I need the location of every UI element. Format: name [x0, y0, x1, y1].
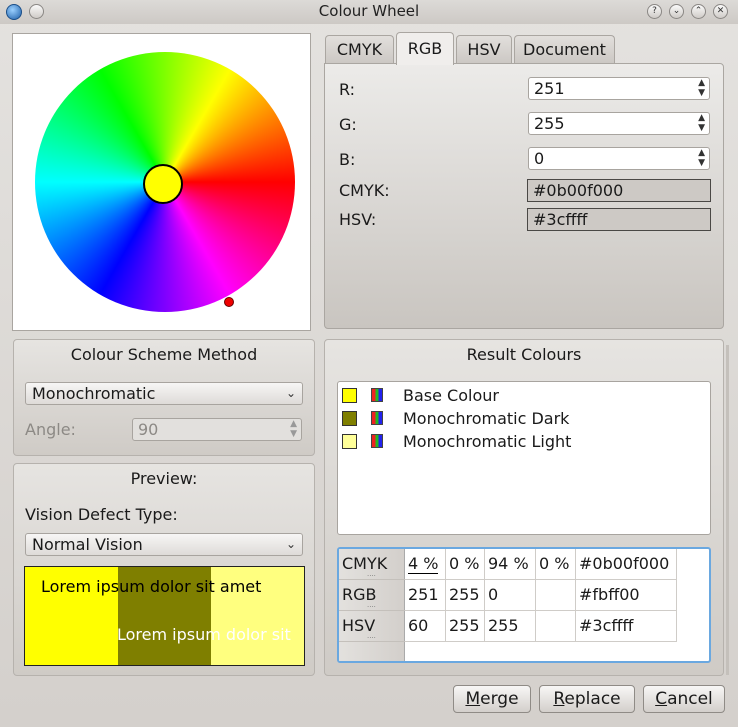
- spin-arrows-icon: ▲ ▼: [290, 419, 297, 439]
- table-cell[interactable]: 0 %: [446, 549, 485, 580]
- window-title: Colour Wheel: [318, 2, 420, 20]
- scheme-method-select[interactable]: Monochromatic ⌄: [25, 382, 303, 405]
- table-cell[interactable]: 255: [446, 580, 485, 611]
- table-cell[interactable]: 4 %: [405, 549, 446, 580]
- replace-button[interactable]: Replace: [539, 685, 635, 713]
- row-header-cmyk[interactable]: CMYK....: [339, 549, 405, 580]
- angle-spinbox: 90 ▲ ▼: [132, 418, 302, 441]
- chevron-down-icon: ⌄: [285, 386, 296, 400]
- angle-value: 90: [138, 420, 159, 439]
- colour-values-table[interactable]: CMYK.... RGB.... HSV.... 4 % 0 % 94 % 0 …: [337, 547, 711, 663]
- table-cell[interactable]: #3cffff: [576, 611, 677, 642]
- hsv-readout[interactable]: #3cffff: [527, 208, 711, 231]
- cancel-button[interactable]: Cancel: [643, 685, 725, 713]
- rgb-icon: [371, 388, 383, 402]
- close-icon[interactable]: ✕: [713, 4, 728, 19]
- table-cell[interactable]: 94 %: [485, 549, 536, 580]
- tab-document[interactable]: Document: [514, 35, 615, 64]
- g-spinbox[interactable]: 255 ▲ ▼: [528, 112, 710, 135]
- scheme-method-heading: Colour Scheme Method: [70, 345, 258, 364]
- r-value: 251: [534, 79, 565, 98]
- g-value: 255: [534, 114, 565, 133]
- b-value: 0: [534, 149, 545, 168]
- colour-swatch: [342, 411, 357, 426]
- row-header-rgb[interactable]: RGB....: [339, 580, 405, 611]
- merge-button[interactable]: Merge: [453, 685, 531, 713]
- rgb-icon: [371, 434, 383, 448]
- table-cell[interactable]: 0 %: [536, 549, 576, 580]
- list-item[interactable]: Base Colour: [338, 384, 710, 407]
- table-cell[interactable]: #0b00f000: [576, 549, 677, 580]
- minimize-icon[interactable]: ⌄: [669, 4, 684, 19]
- table-cell[interactable]: 255: [446, 611, 485, 642]
- list-item-label: Monochromatic Light: [403, 432, 572, 451]
- cmyk-label: CMYK:: [339, 181, 390, 200]
- spin-arrows-icon[interactable]: ▲ ▼: [698, 148, 705, 168]
- table-cell[interactable]: 255: [485, 611, 536, 642]
- list-item[interactable]: Monochromatic Dark: [338, 407, 710, 430]
- vision-defect-value: Normal Vision: [32, 535, 143, 554]
- tab-rgb[interactable]: RGB: [396, 32, 454, 65]
- preview-text-light: Lorem ipsum dolor sit: [117, 625, 291, 644]
- table-cell[interactable]: 251: [405, 580, 446, 611]
- table-cell[interactable]: [536, 611, 576, 642]
- scheme-method-value: Monochromatic: [32, 384, 156, 403]
- hsv-label: HSV:: [339, 210, 377, 229]
- rgb-icon: [371, 411, 383, 425]
- list-item-label: Base Colour: [403, 386, 499, 405]
- preview-swatch: Lorem ipsum dolor sit amet Lorem ipsum d…: [24, 566, 305, 666]
- colour-swatch: [342, 434, 357, 449]
- b-label: B:: [339, 150, 356, 169]
- result-colours-list[interactable]: Base Colour Monochromatic Dark Monochrom…: [337, 381, 711, 535]
- vision-defect-label: Vision Defect Type:: [25, 505, 178, 524]
- list-item-label: Monochromatic Dark: [403, 409, 570, 428]
- g-label: G:: [339, 115, 357, 134]
- list-item[interactable]: Monochromatic Light: [338, 430, 710, 453]
- table-cell[interactable]: [536, 580, 576, 611]
- b-spinbox[interactable]: 0 ▲ ▼: [528, 147, 710, 170]
- tab-cmyk[interactable]: CMYK: [325, 35, 394, 64]
- spin-arrows-icon[interactable]: ▲ ▼: [698, 113, 705, 133]
- tab-hsv[interactable]: HSV: [456, 35, 512, 64]
- table-cell[interactable]: 0: [485, 580, 536, 611]
- cmyk-readout[interactable]: #0b00f000: [527, 179, 711, 202]
- wheel-marker[interactable]: [224, 297, 234, 307]
- vision-defect-select[interactable]: Normal Vision ⌄: [25, 533, 303, 556]
- result-colours-heading: Result Colours: [466, 345, 582, 364]
- table-cell[interactable]: #fbff00: [576, 580, 677, 611]
- spin-arrows-icon[interactable]: ▲ ▼: [698, 78, 705, 98]
- r-label: R:: [339, 80, 356, 99]
- r-spinbox[interactable]: 251 ▲ ▼: [528, 77, 710, 100]
- chevron-down-icon: ⌄: [285, 537, 296, 551]
- splitter-handle[interactable]: [726, 345, 729, 675]
- angle-label: Angle:: [25, 420, 76, 439]
- preview-text-dark: Lorem ipsum dolor sit amet: [41, 577, 262, 596]
- wheel-selected-colour[interactable]: [143, 164, 183, 204]
- row-header-hsv[interactable]: HSV....: [339, 611, 405, 642]
- table-cell[interactable]: 60: [405, 611, 446, 642]
- colour-wheel-area: [12, 33, 311, 331]
- maximize-icon[interactable]: ⌃: [691, 4, 706, 19]
- colour-swatch: [342, 388, 357, 403]
- help-icon[interactable]: ?: [647, 4, 662, 19]
- preview-heading: Preview:: [130, 469, 198, 488]
